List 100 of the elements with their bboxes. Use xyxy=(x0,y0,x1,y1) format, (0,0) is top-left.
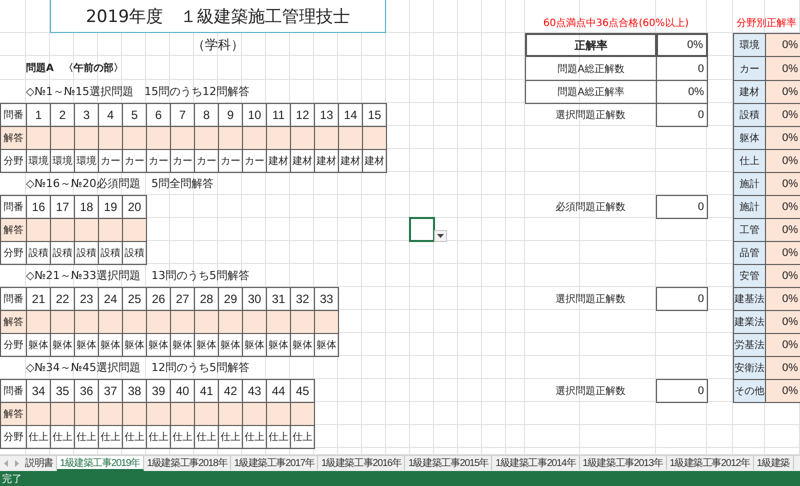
category-label: 工管 xyxy=(733,218,766,242)
answer-cell[interactable] xyxy=(290,402,315,426)
answer-cell[interactable] xyxy=(74,126,99,150)
dropdown-icon[interactable] xyxy=(434,230,447,242)
answer-cell[interactable] xyxy=(26,218,51,242)
answer-cell[interactable] xyxy=(74,310,99,334)
row-label: 分野 xyxy=(0,333,27,357)
answer-cell[interactable] xyxy=(290,310,315,334)
category-label: 建材 xyxy=(733,80,766,104)
answer-cell[interactable] xyxy=(170,310,195,334)
status-bar: 完了 xyxy=(0,471,800,486)
answer-cell[interactable] xyxy=(242,126,267,150)
category-value: 0% xyxy=(765,379,800,403)
answer-cell[interactable] xyxy=(98,218,123,242)
score-value: 0 xyxy=(656,379,708,403)
answer-cell[interactable] xyxy=(50,402,75,426)
section-title: 問題A 〈午前の部〉 xyxy=(26,62,125,76)
answer-cell[interactable] xyxy=(266,126,291,150)
field-cell: 躯体 xyxy=(314,333,339,357)
sheet-title: 2019年度 １級建築施工管理技士 xyxy=(50,0,386,33)
answer-cell[interactable] xyxy=(98,402,123,426)
answer-cell[interactable] xyxy=(194,310,219,334)
answer-cell[interactable] xyxy=(26,126,51,150)
row-label: 解答 xyxy=(0,310,27,334)
score-label: 選択問題正解数 xyxy=(554,108,626,122)
total-label: 問題A総正解率 xyxy=(525,80,657,104)
category-value: 0% xyxy=(765,287,800,311)
answer-cell[interactable] xyxy=(170,402,195,426)
answer-cell[interactable] xyxy=(122,126,147,150)
category-value: 0% xyxy=(765,56,800,81)
answer-cell[interactable] xyxy=(146,126,171,150)
score-label: 選択問題正解数 xyxy=(554,384,626,398)
answer-cell[interactable] xyxy=(50,218,75,242)
answer-cell[interactable] xyxy=(194,126,219,150)
field-cell: 建材 xyxy=(362,149,387,173)
answer-cell[interactable] xyxy=(266,310,291,334)
row-label: 解答 xyxy=(0,402,27,426)
section-heading: ◇№1～№15選択問題 15問のうち12問解答 xyxy=(26,84,250,100)
answer-cell[interactable] xyxy=(218,126,243,150)
answer-cell[interactable] xyxy=(26,402,51,426)
answer-cell[interactable] xyxy=(122,402,147,426)
field-cell: 設積 xyxy=(122,241,147,265)
score-label: 選択問題正解数 xyxy=(554,292,626,306)
category-value: 0% xyxy=(765,103,800,127)
answer-cell[interactable] xyxy=(242,310,267,334)
answer-cell[interactable] xyxy=(362,126,387,150)
category-label: 労基法 xyxy=(733,333,766,357)
category-label: 仕上 xyxy=(733,149,766,173)
category-value: 0% xyxy=(765,241,800,265)
score-value: 0 xyxy=(656,195,708,219)
answer-cell[interactable] xyxy=(194,402,219,426)
score-value: 0 xyxy=(656,287,708,311)
section-heading: ◇№34～№45選択問題 12問のうち5問解答 xyxy=(26,360,250,376)
answer-cell[interactable] xyxy=(218,402,243,426)
answer-cell[interactable] xyxy=(314,126,339,150)
row-label: 分野 xyxy=(0,149,27,173)
answer-cell[interactable] xyxy=(50,310,75,334)
answer-cell[interactable] xyxy=(98,126,123,150)
answer-cell[interactable] xyxy=(218,310,243,334)
answer-cell[interactable] xyxy=(146,402,171,426)
sheet-tab[interactable]: 1級建築工事2019年 xyxy=(56,456,144,471)
category-label: 設積 xyxy=(733,103,766,127)
score-value: 0 xyxy=(656,103,708,127)
answer-cell[interactable] xyxy=(74,218,99,242)
answer-cell[interactable] xyxy=(50,126,75,150)
rate-value: 0% xyxy=(656,33,708,57)
answer-cell[interactable] xyxy=(122,310,147,334)
category-label: 安管 xyxy=(733,264,766,288)
answer-cell[interactable] xyxy=(26,310,51,334)
answer-cell[interactable] xyxy=(74,402,99,426)
row-label: 解答 xyxy=(0,218,27,242)
pass-note: 60点満点中36点合格(60%以上) xyxy=(542,16,690,31)
answer-cell[interactable] xyxy=(314,310,339,334)
answer-cell[interactable] xyxy=(338,126,363,150)
category-label: 施計 xyxy=(733,195,766,219)
answer-cell[interactable] xyxy=(266,402,291,426)
category-value: 0% xyxy=(765,264,800,288)
answer-cell[interactable] xyxy=(146,310,171,334)
category-value: 0% xyxy=(765,356,800,380)
section-heading: ◇№21～№33選択問題 13問のうち5問解答 xyxy=(26,268,250,284)
field-cell: 仕上 xyxy=(290,425,315,449)
category-value: 0% xyxy=(765,218,800,242)
subtitle: （学科） xyxy=(191,36,245,54)
category-label: 躯体 xyxy=(733,126,766,150)
category-label: 施計 xyxy=(733,172,766,196)
answer-cell[interactable] xyxy=(290,126,315,150)
answer-cell[interactable] xyxy=(170,126,195,150)
category-value: 0% xyxy=(765,80,800,104)
row-label: 分野 xyxy=(0,425,27,449)
category-label: 建業法 xyxy=(733,310,766,334)
answer-cell[interactable] xyxy=(122,218,147,242)
row-label: 解答 xyxy=(0,126,27,150)
category-value: 0% xyxy=(765,172,800,196)
category-value: 0% xyxy=(765,310,800,334)
category-value: 0% xyxy=(765,333,800,357)
category-label: カー xyxy=(733,56,766,81)
category-value: 0% xyxy=(765,195,800,219)
answer-cell[interactable] xyxy=(98,310,123,334)
answer-cell[interactable] xyxy=(242,402,267,426)
row-label: 分野 xyxy=(0,241,27,265)
